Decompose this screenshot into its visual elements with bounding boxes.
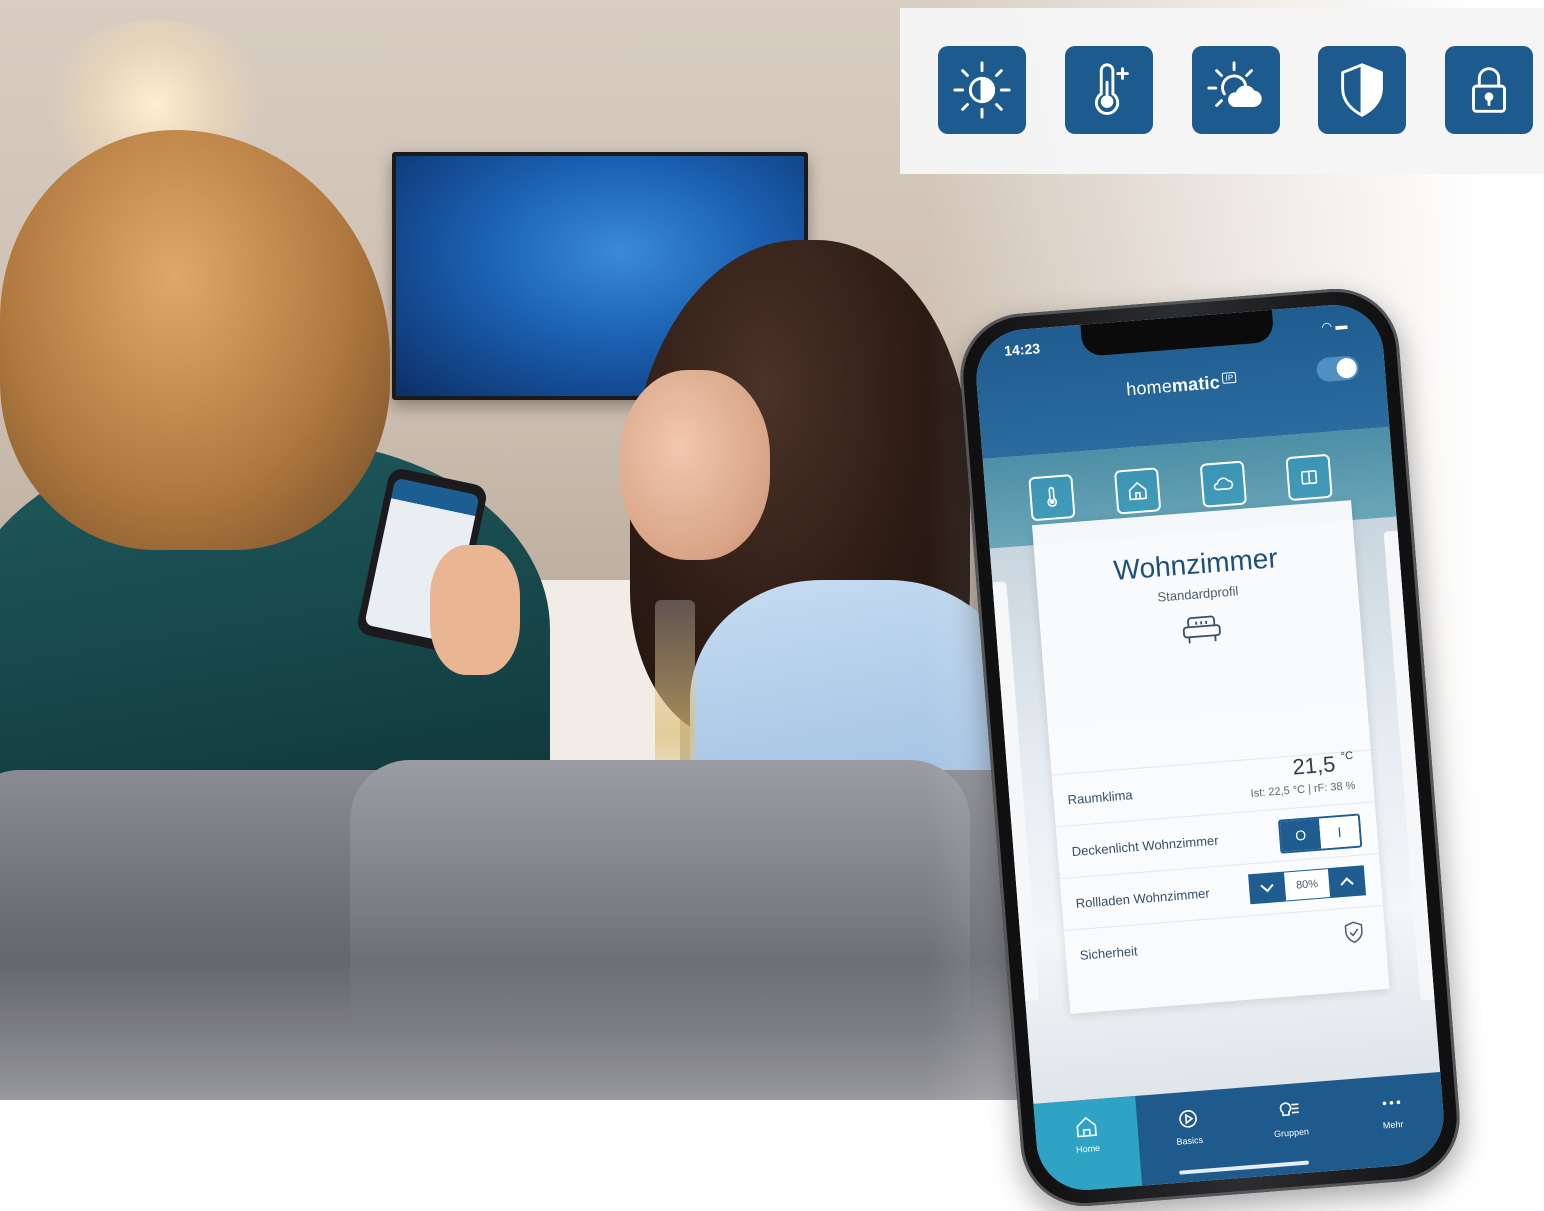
light-switch[interactable]: O I: [1278, 813, 1362, 853]
light-on-button[interactable]: I: [1319, 816, 1360, 849]
nav-home[interactable]: Home: [1033, 1096, 1142, 1194]
climate-detail: Ist: 22,5 °C | rF: 38 %: [1250, 780, 1356, 800]
sofa-icon: [1179, 611, 1224, 648]
blinds-label: Rollladen Wohnzimmer: [1075, 886, 1210, 911]
temperature-value: 21,5 °C: [1292, 750, 1355, 781]
room-card[interactable]: Wohnzimmer Standardprofil Raumklima 21,5…: [1032, 500, 1389, 1014]
gear-play-icon: [1174, 1105, 1202, 1133]
chevron-up-icon: [1340, 876, 1355, 887]
nav-home-label: Home: [1076, 1143, 1101, 1155]
quick-house-icon[interactable]: [1114, 467, 1161, 514]
blinds-down-button[interactable]: [1248, 872, 1286, 905]
light-label: Deckenlicht Wohnzimmer: [1071, 833, 1219, 859]
light-off-button[interactable]: O: [1280, 819, 1321, 852]
wifi-battery-icon: ◠ ▬: [1321, 318, 1348, 334]
home-icon: [1072, 1113, 1100, 1141]
chevron-down-icon: [1260, 882, 1275, 893]
nav-gruppen-label: Gruppen: [1274, 1126, 1310, 1139]
logo-prefix: home: [1125, 376, 1172, 400]
logo-bold: matic: [1171, 372, 1220, 396]
feature-icon-strip: [900, 8, 1544, 174]
padlock-icon: [1445, 46, 1533, 134]
lightbulb-list-icon: [1276, 1097, 1304, 1125]
climate-label: Raumklima: [1067, 787, 1133, 807]
nav-mehr-label: Mehr: [1383, 1119, 1404, 1131]
quick-thermometer-icon[interactable]: [1028, 474, 1075, 521]
thermometer-icon: [1065, 46, 1153, 134]
nav-basics-label: Basics: [1176, 1135, 1203, 1147]
security-shield-icon: [1318, 46, 1406, 134]
blinds-level: 80%: [1284, 868, 1330, 901]
phone-mockup: 14:23 ◠ ▬ homematicIP Wohnzim: [956, 284, 1465, 1211]
logo-badge: IP: [1222, 372, 1237, 384]
nav-mehr[interactable]: Mehr: [1338, 1072, 1447, 1170]
light-brightness-icon: [938, 46, 1026, 134]
quick-cloud-icon[interactable]: [1200, 460, 1247, 507]
weather-sun-cloud-icon: [1192, 46, 1280, 134]
blinds-control: 80%: [1248, 865, 1366, 904]
more-dots-icon: [1377, 1089, 1405, 1117]
shield-check-icon: [1342, 919, 1366, 945]
blinds-up-button[interactable]: [1328, 865, 1366, 898]
security-label: Sicherheit: [1079, 943, 1138, 962]
phone-screen: 14:23 ◠ ▬ homematicIP Wohnzim: [973, 301, 1447, 1193]
quick-window-icon[interactable]: [1285, 454, 1332, 501]
view-toggle[interactable]: [1316, 355, 1360, 382]
status-time: 14:23: [1004, 340, 1041, 359]
